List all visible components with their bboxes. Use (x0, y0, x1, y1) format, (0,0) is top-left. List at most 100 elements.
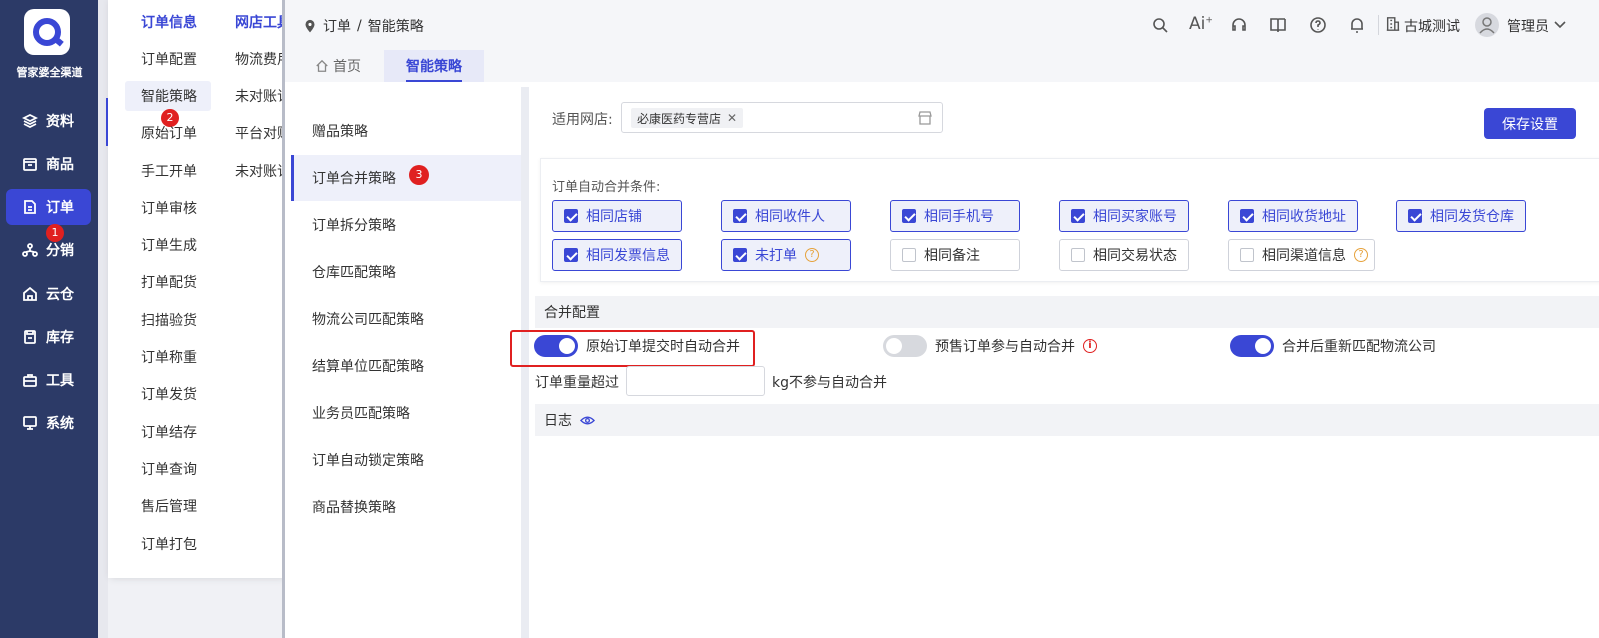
menu-item-platform-reconcile[interactable]: 平台对账 (235, 123, 282, 143)
nav-label: 库存 (46, 330, 74, 346)
ai-icon[interactable]: Ai+ (1189, 14, 1213, 34)
bell-icon[interactable] (1348, 16, 1366, 34)
menu-item-order-generate[interactable]: 订单生成 (141, 235, 197, 255)
checkbox[interactable] (1408, 209, 1422, 223)
info-icon[interactable]: i (1083, 339, 1097, 353)
cond-label: 相同买家账号 (1093, 209, 1177, 225)
cond-same-address[interactable]: 相同收货地址 (1228, 200, 1358, 232)
checkbox[interactable] (564, 248, 578, 262)
weight-label: 订单重量超过 (535, 375, 619, 391)
rematch-logistics-toggle[interactable] (1230, 335, 1274, 357)
auto-merge-toggle[interactable] (534, 335, 578, 357)
cond-same-recipient[interactable]: 相同收件人 (721, 200, 851, 232)
nav-item-system[interactable]: 系统 (6, 405, 91, 441)
cond-label: 相同店铺 (586, 209, 642, 225)
org-name[interactable]: 古城测试 (1404, 16, 1460, 36)
tab-underline (406, 80, 462, 82)
menu-item-scan-verify[interactable]: 扫描验货 (141, 310, 197, 330)
cond-same-trade-status[interactable]: 相同交易状态 (1059, 239, 1189, 271)
weight-input[interactable] (626, 366, 765, 396)
cond-same-phone[interactable]: 相同手机号 (890, 200, 1020, 232)
checkbox[interactable] (902, 209, 916, 223)
strategy-settlement-match[interactable]: 结算单位匹配策略 (291, 343, 521, 389)
help-icon[interactable]: ? (1354, 248, 1368, 262)
menu-item-order-weigh[interactable]: 订单称重 (141, 347, 197, 367)
cond-same-channel[interactable]: 相同渠道信息? (1228, 239, 1375, 271)
menu-item-order-pack[interactable]: 订单打包 (141, 534, 197, 554)
cond-same-warehouse[interactable]: 相同发货仓库 (1396, 200, 1526, 232)
cond-same-buyer-account[interactable]: 相同买家账号 (1059, 200, 1189, 232)
nav-item-tools[interactable]: 工具 (6, 362, 91, 398)
menu-item-manual-order[interactable]: 手工开单 (141, 161, 197, 181)
checkbox[interactable] (564, 209, 578, 223)
menu-item-raw-order[interactable]: 原始订单 (141, 123, 197, 143)
cond-same-remark[interactable]: 相同备注 (890, 239, 1020, 271)
menu-item-order-query[interactable]: 订单查询 (141, 459, 197, 479)
strategy-gift[interactable]: 赠品策略 (291, 108, 521, 154)
nav-item-orders[interactable]: 订单 (6, 189, 91, 225)
menu-item-order-config[interactable]: 订单配置 (141, 49, 197, 69)
nav-item-data[interactable]: 资料 (6, 103, 91, 139)
nav-label: 系统 (46, 416, 74, 432)
strategy-order-merge[interactable]: 订单合并策略 (291, 155, 521, 201)
nav-item-cloud-warehouse[interactable]: 云仓 (6, 276, 91, 312)
menu-header-order-info: 订单信息 (141, 15, 197, 31)
headset-icon[interactable] (1230, 16, 1248, 34)
nav-label: 云仓 (46, 287, 74, 303)
inventory-icon (24, 330, 36, 344)
checkbox[interactable] (733, 248, 747, 262)
save-settings-button[interactable]: 保存设置 (1484, 108, 1576, 139)
tag-close-icon[interactable]: ✕ (727, 111, 737, 125)
help-icon[interactable]: ? (805, 248, 819, 262)
eye-icon[interactable] (580, 413, 595, 428)
tab-home[interactable]: 首页 (293, 50, 383, 82)
menu-item-after-sales[interactable]: 售后管理 (141, 496, 197, 516)
menu-item-print-pick[interactable]: 打单配货 (141, 272, 197, 292)
cond-same-invoice[interactable]: 相同发票信息 (552, 239, 682, 271)
log-header[interactable]: 日志 (535, 404, 1599, 436)
checkbox[interactable] (1240, 209, 1254, 223)
chevron-down-icon[interactable] (1554, 20, 1566, 30)
menu-item-smart-strategy[interactable]: 智能策略 (141, 86, 197, 106)
menu-item-unreconciled-2[interactable]: 未对账订 (235, 161, 282, 181)
tab-bar: 首页 智能策略 (285, 50, 1599, 82)
app-logo[interactable] (24, 9, 70, 55)
cond-label: 相同交易状态 (1093, 248, 1177, 264)
breadcrumb-order[interactable]: 订单 (323, 16, 351, 36)
strategy-auto-lock[interactable]: 订单自动锁定策略 (291, 437, 521, 483)
menu-item-unreconciled-1[interactable]: 未对账订 (235, 86, 282, 106)
checkbox[interactable] (1071, 209, 1085, 223)
menu-item-order-balance[interactable]: 订单结存 (141, 422, 197, 442)
checkbox[interactable] (1240, 248, 1254, 262)
nav-item-inventory[interactable]: 库存 (6, 319, 91, 355)
checkbox[interactable] (902, 248, 916, 262)
presale-merge-toggle[interactable] (883, 335, 927, 357)
cond-same-shop[interactable]: 相同店铺 (552, 200, 682, 232)
strategy-logistics-match[interactable]: 物流公司匹配策略 (291, 296, 521, 342)
cond-unprinted[interactable]: 未打单? (721, 239, 851, 271)
store-icon (918, 111, 932, 125)
avatar[interactable] (1475, 13, 1499, 37)
checkbox[interactable] (1071, 248, 1085, 262)
user-name[interactable]: 管理员 (1507, 16, 1549, 36)
shop-select[interactable]: 必康医药专营店 ✕ (621, 102, 943, 133)
nav-item-goods[interactable]: 商品 (6, 146, 91, 182)
strategy-salesman-match[interactable]: 业务员匹配策略 (291, 390, 521, 436)
strategy-order-split[interactable]: 订单拆分策略 (291, 202, 521, 248)
checkbox[interactable] (733, 209, 747, 223)
menu-item-logistics-fee[interactable]: 物流费用 (235, 49, 282, 69)
toggle-label: 合并后重新匹配物流公司 (1282, 339, 1436, 355)
cond-label: 未打单 (755, 248, 797, 264)
book-icon[interactable] (1269, 16, 1287, 34)
nav-item-distribution[interactable]: 分销 (6, 232, 91, 268)
menu-item-order-ship[interactable]: 订单发货 (141, 384, 197, 404)
menu-item-order-review[interactable]: 订单审核 (141, 198, 197, 218)
help-icon[interactable] (1309, 16, 1327, 34)
conditions-title: 订单自动合并条件: (552, 180, 661, 195)
strategy-warehouse-match[interactable]: 仓库匹配策略 (291, 249, 521, 295)
box-icon (23, 158, 37, 171)
location-pin-icon (305, 19, 315, 33)
tab-smart-strategy[interactable]: 智能策略 (384, 50, 484, 82)
search-icon[interactable] (1151, 16, 1169, 34)
strategy-product-replace[interactable]: 商品替换策略 (291, 484, 521, 530)
